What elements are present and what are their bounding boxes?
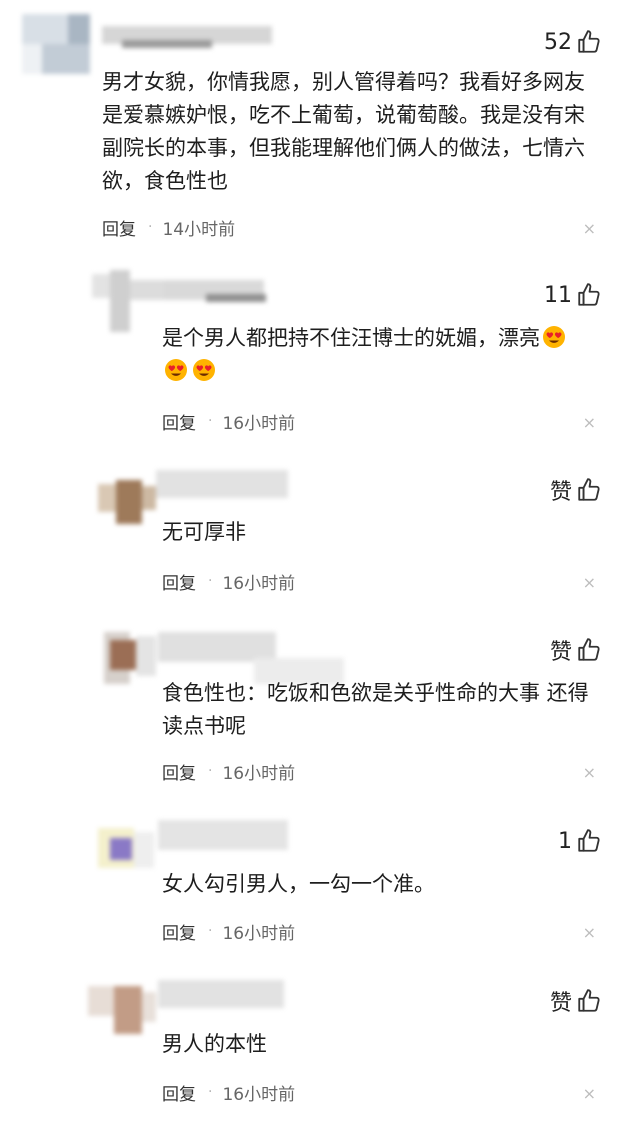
comment-list: 52 男才女貌，你情我愿，别人管得着吗？我看好多网友是爱慕嫉妒恨，吃不上葡萄，说… [0,0,640,1144]
like-count: 赞 [549,991,572,1016]
separator-dot: · [208,1084,213,1100]
like-button[interactable]: 赞 [550,986,602,1016]
comment-text: 男人的本性 [162,1032,267,1056]
comment-meta: 回复 · 16小时前 [162,1080,296,1105]
thumbs-up-icon [578,989,600,1012]
close-icon[interactable]: × [583,1084,596,1104]
timestamp: 16小时前 [222,1084,296,1105]
reply-button[interactable]: 回复 [162,1080,196,1105]
comment-item: 赞 男人的本性 回复 · 16小时前 × [0,0,640,1144]
